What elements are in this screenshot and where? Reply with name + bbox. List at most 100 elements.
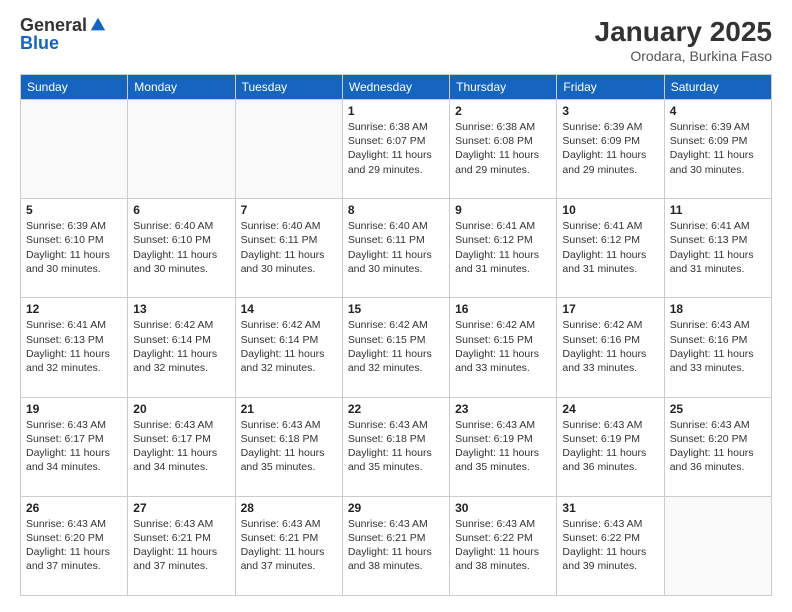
day-cell-12: 12Sunrise: 6:41 AM Sunset: 6:13 PM Dayli… <box>21 298 128 397</box>
day-cell-1: 1 Sunrise: 6:38 AM Sunset: 6:07 PM Daylig… <box>342 100 449 199</box>
day-cell-4: 4 Sunrise: 6:39 AM Sunset: 6:09 PM Daylig… <box>664 100 771 199</box>
day-number: 2 <box>455 104 551 118</box>
day-cell-18: 18 Sunrise: 6:43 AM Sunset: 6:16 PM Dayli… <box>664 298 771 397</box>
weekday-header-saturday: Saturday <box>664 75 771 100</box>
day-cell-19: 19 Sunrise: 6:43 AM Sunset: 6:17 PM Dayli… <box>21 397 128 496</box>
day-number: 6 <box>133 203 229 217</box>
day-number: 15 <box>348 302 444 316</box>
day-number: 19 <box>26 402 122 416</box>
day-number: 4 <box>670 104 766 118</box>
logo-blue-text: Blue <box>20 34 107 52</box>
logo-general-text: General <box>20 16 87 34</box>
day-number: 27 <box>133 501 229 515</box>
day-info: Sunrise: 6:42 AM Sunset: 6:15 PM Dayligh… <box>455 318 551 375</box>
day-cell-7: 7 Sunrise: 6:40 AM Sunset: 6:11 PM Daylig… <box>235 199 342 298</box>
day-info: Sunrise: 6:39 AM Sunset: 6:09 PM Dayligh… <box>562 120 658 177</box>
day-info: Sunrise: 6:43 AM Sunset: 6:18 PM Dayligh… <box>348 418 444 475</box>
day-cell-23: 23 Sunrise: 6:43 AM Sunset: 6:19 PM Dayli… <box>450 397 557 496</box>
day-info: Sunrise: 6:43 AM Sunset: 6:22 PM Dayligh… <box>455 517 551 574</box>
day-number: 14 <box>241 302 337 316</box>
day-cell-15: 15Sunrise: 6:42 AM Sunset: 6:15 PM Dayli… <box>342 298 449 397</box>
location: Orodara, Burkina Faso <box>595 48 772 64</box>
day-number: 1 <box>348 104 444 118</box>
weekday-header-tuesday: Tuesday <box>235 75 342 100</box>
day-number: 21 <box>241 402 337 416</box>
day-cell-3: 3 Sunrise: 6:39 AM Sunset: 6:09 PM Daylig… <box>557 100 664 199</box>
day-info: Sunrise: 6:40 AM Sunset: 6:11 PM Dayligh… <box>348 219 444 276</box>
day-cell-10: 10 Sunrise: 6:41 AM Sunset: 6:12 PM Dayli… <box>557 199 664 298</box>
week-row-4: 19 Sunrise: 6:43 AM Sunset: 6:17 PM Dayli… <box>21 397 772 496</box>
day-number: 25 <box>670 402 766 416</box>
day-number: 31 <box>562 501 658 515</box>
day-info: Sunrise: 6:43 AM Sunset: 6:17 PM Dayligh… <box>26 418 122 475</box>
day-cell-8: 8 Sunrise: 6:40 AM Sunset: 6:11 PM Daylig… <box>342 199 449 298</box>
day-number: 20 <box>133 402 229 416</box>
day-number: 18 <box>670 302 766 316</box>
calendar-table: SundayMondayTuesdayWednesdayThursdayFrid… <box>20 74 772 596</box>
day-info: Sunrise: 6:38 AM Sunset: 6:07 PM Dayligh… <box>348 120 444 177</box>
day-number: 23 <box>455 402 551 416</box>
logo-icon <box>89 16 107 34</box>
month-title: January 2025 <box>595 16 772 48</box>
day-info: Sunrise: 6:39 AM Sunset: 6:10 PM Dayligh… <box>26 219 122 276</box>
day-number: 29 <box>348 501 444 515</box>
day-cell-20: 20Sunrise: 6:43 AM Sunset: 6:17 PM Dayli… <box>128 397 235 496</box>
day-number: 9 <box>455 203 551 217</box>
weekday-header-thursday: Thursday <box>450 75 557 100</box>
day-number: 30 <box>455 501 551 515</box>
day-cell-29: 29Sunrise: 6:43 AM Sunset: 6:21 PM Dayli… <box>342 496 449 595</box>
empty-cell <box>128 100 235 199</box>
day-info: Sunrise: 6:41 AM Sunset: 6:12 PM Dayligh… <box>562 219 658 276</box>
week-row-2: 5 Sunrise: 6:39 AM Sunset: 6:10 PM Daylig… <box>21 199 772 298</box>
day-info: Sunrise: 6:43 AM Sunset: 6:16 PM Dayligh… <box>670 318 766 375</box>
weekday-header-row: SundayMondayTuesdayWednesdayThursdayFrid… <box>21 75 772 100</box>
weekday-header-friday: Friday <box>557 75 664 100</box>
day-info: Sunrise: 6:43 AM Sunset: 6:22 PM Dayligh… <box>562 517 658 574</box>
day-number: 17 <box>562 302 658 316</box>
day-cell-31: 31 Sunrise: 6:43 AM Sunset: 6:22 PM Dayli… <box>557 496 664 595</box>
day-info: Sunrise: 6:42 AM Sunset: 6:14 PM Dayligh… <box>241 318 337 375</box>
day-cell-14: 14 Sunrise: 6:42 AM Sunset: 6:14 PM Dayli… <box>235 298 342 397</box>
day-cell-5: 5 Sunrise: 6:39 AM Sunset: 6:10 PM Daylig… <box>21 199 128 298</box>
day-number: 7 <box>241 203 337 217</box>
day-info: Sunrise: 6:41 AM Sunset: 6:13 PM Dayligh… <box>670 219 766 276</box>
day-info: Sunrise: 6:41 AM Sunset: 6:13 PM Dayligh… <box>26 318 122 375</box>
empty-cell <box>21 100 128 199</box>
day-cell-21: 21 Sunrise: 6:43 AM Sunset: 6:18 PM Dayli… <box>235 397 342 496</box>
day-cell-27: 27 Sunrise: 6:43 AM Sunset: 6:21 PM Dayli… <box>128 496 235 595</box>
day-info: Sunrise: 6:43 AM Sunset: 6:20 PM Dayligh… <box>670 418 766 475</box>
day-cell-9: 9Sunrise: 6:41 AM Sunset: 6:12 PM Daylig… <box>450 199 557 298</box>
day-number: 28 <box>241 501 337 515</box>
week-row-1: 1 Sunrise: 6:38 AM Sunset: 6:07 PM Daylig… <box>21 100 772 199</box>
day-info: Sunrise: 6:43 AM Sunset: 6:18 PM Dayligh… <box>241 418 337 475</box>
day-number: 16 <box>455 302 551 316</box>
week-row-3: 12Sunrise: 6:41 AM Sunset: 6:13 PM Dayli… <box>21 298 772 397</box>
day-cell-24: 24 Sunrise: 6:43 AM Sunset: 6:19 PM Dayli… <box>557 397 664 496</box>
weekday-header-monday: Monday <box>128 75 235 100</box>
day-number: 5 <box>26 203 122 217</box>
day-number: 11 <box>670 203 766 217</box>
day-info: Sunrise: 6:43 AM Sunset: 6:21 PM Dayligh… <box>241 517 337 574</box>
day-info: Sunrise: 6:42 AM Sunset: 6:14 PM Dayligh… <box>133 318 229 375</box>
day-cell-2: 2 Sunrise: 6:38 AM Sunset: 6:08 PM Daylig… <box>450 100 557 199</box>
day-info: Sunrise: 6:40 AM Sunset: 6:10 PM Dayligh… <box>133 219 229 276</box>
day-cell-13: 13Sunrise: 6:42 AM Sunset: 6:14 PM Dayli… <box>128 298 235 397</box>
day-cell-16: 16 Sunrise: 6:42 AM Sunset: 6:15 PM Dayli… <box>450 298 557 397</box>
day-info: Sunrise: 6:43 AM Sunset: 6:21 PM Dayligh… <box>133 517 229 574</box>
day-info: Sunrise: 6:43 AM Sunset: 6:19 PM Dayligh… <box>455 418 551 475</box>
day-info: Sunrise: 6:38 AM Sunset: 6:08 PM Dayligh… <box>455 120 551 177</box>
day-info: Sunrise: 6:39 AM Sunset: 6:09 PM Dayligh… <box>670 120 766 177</box>
day-number: 3 <box>562 104 658 118</box>
day-cell-25: 25 Sunrise: 6:43 AM Sunset: 6:20 PM Dayli… <box>664 397 771 496</box>
day-number: 10 <box>562 203 658 217</box>
day-info: Sunrise: 6:43 AM Sunset: 6:20 PM Dayligh… <box>26 517 122 574</box>
day-info: Sunrise: 6:40 AM Sunset: 6:11 PM Dayligh… <box>241 219 337 276</box>
week-row-5: 26 Sunrise: 6:43 AM Sunset: 6:20 PM Dayli… <box>21 496 772 595</box>
day-info: Sunrise: 6:43 AM Sunset: 6:19 PM Dayligh… <box>562 418 658 475</box>
day-number: 24 <box>562 402 658 416</box>
day-cell-6: 6 Sunrise: 6:40 AM Sunset: 6:10 PM Daylig… <box>128 199 235 298</box>
header: General Blue January 2025 Orodara, Burki… <box>20 16 772 64</box>
empty-cell <box>664 496 771 595</box>
day-number: 8 <box>348 203 444 217</box>
day-number: 26 <box>26 501 122 515</box>
